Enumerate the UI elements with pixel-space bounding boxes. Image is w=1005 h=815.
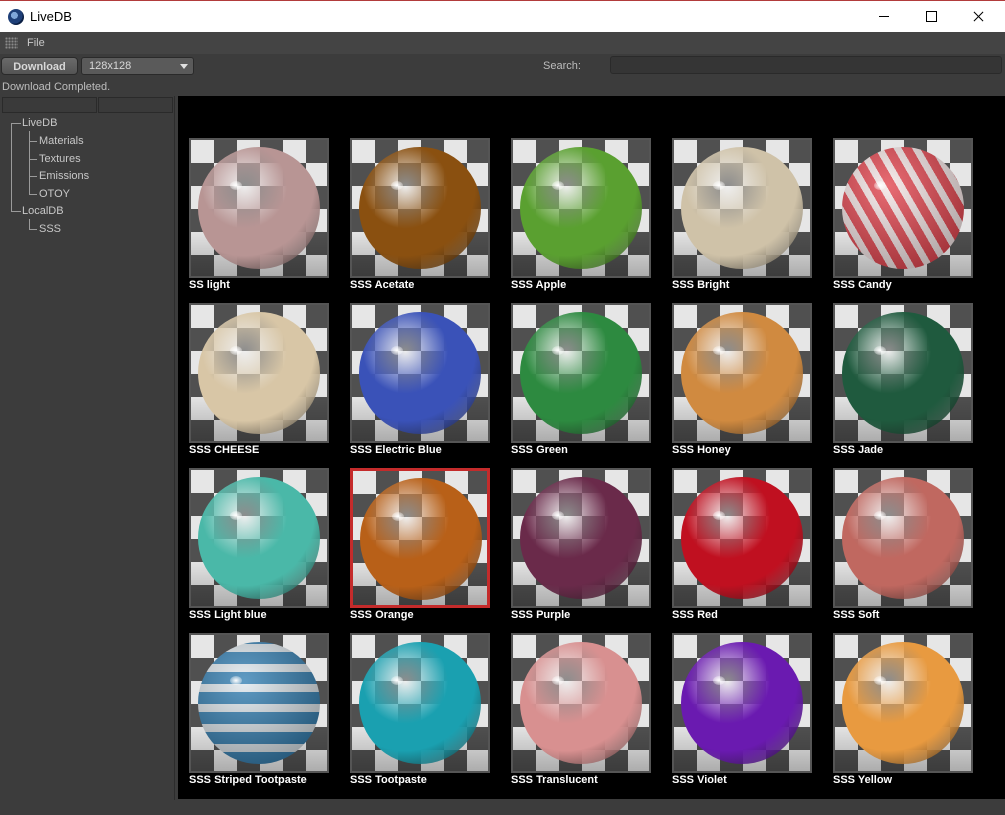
tree-header-column-2[interactable] xyxy=(98,97,173,113)
material-preview-sphere xyxy=(198,147,320,269)
material-name: SSS Electric Blue xyxy=(350,444,442,456)
material-name: SSS Candy xyxy=(833,279,892,291)
material-preview-sphere xyxy=(520,477,642,599)
material-preview-sphere xyxy=(359,642,481,764)
material-name: SSS Red xyxy=(672,609,718,621)
material-name: SSS Green xyxy=(511,444,568,456)
material-thumbnail[interactable] xyxy=(672,468,812,608)
material-thumbnail[interactable] xyxy=(511,303,651,443)
material-thumbnail[interactable] xyxy=(511,138,651,278)
material-preview-sphere xyxy=(520,312,642,434)
toolbar: Download 128x128 Search: xyxy=(0,54,1005,78)
material-thumbnail[interactable] xyxy=(350,633,490,773)
maximize-button[interactable] xyxy=(908,1,954,32)
material-name: SSS Striped Tootpaste xyxy=(189,774,307,786)
material-preview-sphere xyxy=(198,642,320,764)
material-preview-sphere xyxy=(681,147,803,269)
material-thumbnail[interactable] xyxy=(833,633,973,773)
material-preview-sphere xyxy=(198,477,320,599)
download-button[interactable]: Download xyxy=(1,57,78,75)
material-preview-sphere xyxy=(842,642,964,764)
material-name: SSS CHEESE xyxy=(189,444,260,456)
material-preview-sphere xyxy=(359,147,481,269)
material-name: SSS Orange xyxy=(350,609,414,621)
tree-item-textures[interactable]: Textures xyxy=(39,153,81,165)
material-name: SSS Apple xyxy=(511,279,567,291)
material-thumbnail[interactable] xyxy=(350,303,490,443)
thumbnail-size-value: 128x128 xyxy=(89,60,132,72)
material-thumbnail[interactable] xyxy=(189,303,329,443)
material-preview-sphere xyxy=(359,312,481,434)
window-title: LiveDB xyxy=(30,9,72,24)
material-name: SSS Bright xyxy=(672,279,730,291)
material-name: SSS Translucent xyxy=(511,774,598,786)
tree-item-materials[interactable]: Materials xyxy=(39,135,84,147)
status-text: Download Completed. xyxy=(2,81,111,93)
material-preview-sphere xyxy=(681,477,803,599)
close-button[interactable] xyxy=(955,1,1001,32)
tree-panel: LiveDB Materials Textures Emissions OTOY… xyxy=(0,96,175,800)
tree-item-emissions[interactable]: Emissions xyxy=(39,170,89,182)
thumbnail-size-dropdown[interactable]: 128x128 xyxy=(81,57,194,75)
status-bar xyxy=(0,800,1005,815)
tree-item-livedb[interactable]: LiveDB xyxy=(22,117,57,129)
grip-icon[interactable] xyxy=(5,37,18,49)
material-thumbnail[interactable] xyxy=(189,138,329,278)
material-name: SSS Jade xyxy=(833,444,884,456)
material-preview-sphere xyxy=(681,642,803,764)
material-thumbnail[interactable] xyxy=(672,633,812,773)
chevron-down-icon xyxy=(180,64,188,69)
material-preview-sphere xyxy=(198,312,320,434)
material-name: SSS Tootpaste xyxy=(350,774,427,786)
minimize-button[interactable] xyxy=(861,1,907,32)
material-preview-sphere xyxy=(842,477,964,599)
material-thumbnail[interactable] xyxy=(189,468,329,608)
menu-bar: File xyxy=(0,32,1005,54)
material-thumbnail[interactable] xyxy=(511,633,651,773)
material-name: SSS Acetate xyxy=(350,279,415,291)
material-name: SS light xyxy=(189,279,230,291)
tree-item-localdb[interactable]: LocalDB xyxy=(22,205,64,217)
tree-header-column-1[interactable] xyxy=(2,97,97,113)
material-thumbnail[interactable] xyxy=(350,138,490,278)
material-preview-sphere xyxy=(360,478,482,600)
material-name: SSS Light blue xyxy=(189,609,267,621)
title-bar: LiveDB xyxy=(0,0,1005,32)
material-thumbnail[interactable] xyxy=(672,138,812,278)
menu-file[interactable]: File xyxy=(27,37,45,49)
app-icon xyxy=(8,9,24,25)
material-name: SSS Yellow xyxy=(833,774,893,786)
material-name: SSS Honey xyxy=(672,444,731,456)
tree-item-otoy[interactable]: OTOY xyxy=(39,188,70,200)
material-thumbnail[interactable] xyxy=(833,303,973,443)
search-label: Search: xyxy=(543,60,581,72)
material-name: SSS Purple xyxy=(511,609,571,621)
material-thumbnail[interactable] xyxy=(833,468,973,608)
material-preview-sphere xyxy=(520,147,642,269)
material-name: SSS Violet xyxy=(672,774,727,786)
material-preview-sphere xyxy=(681,312,803,434)
material-preview-sphere xyxy=(520,642,642,764)
material-thumbnail[interactable] xyxy=(672,303,812,443)
material-thumbnail[interactable] xyxy=(511,468,651,608)
material-thumbnail[interactable] xyxy=(189,633,329,773)
tree-item-sss[interactable]: SSS xyxy=(39,223,61,235)
search-input[interactable] xyxy=(610,56,1002,74)
material-thumbnail[interactable] xyxy=(350,468,490,608)
material-preview-sphere xyxy=(842,147,964,269)
material-grid: SS light SSS Acetate SSS Apple SSS Bright SS… xyxy=(178,96,1005,799)
material-name: SSS Soft xyxy=(833,609,880,621)
material-preview-sphere xyxy=(842,312,964,434)
material-thumbnail[interactable] xyxy=(833,138,973,278)
